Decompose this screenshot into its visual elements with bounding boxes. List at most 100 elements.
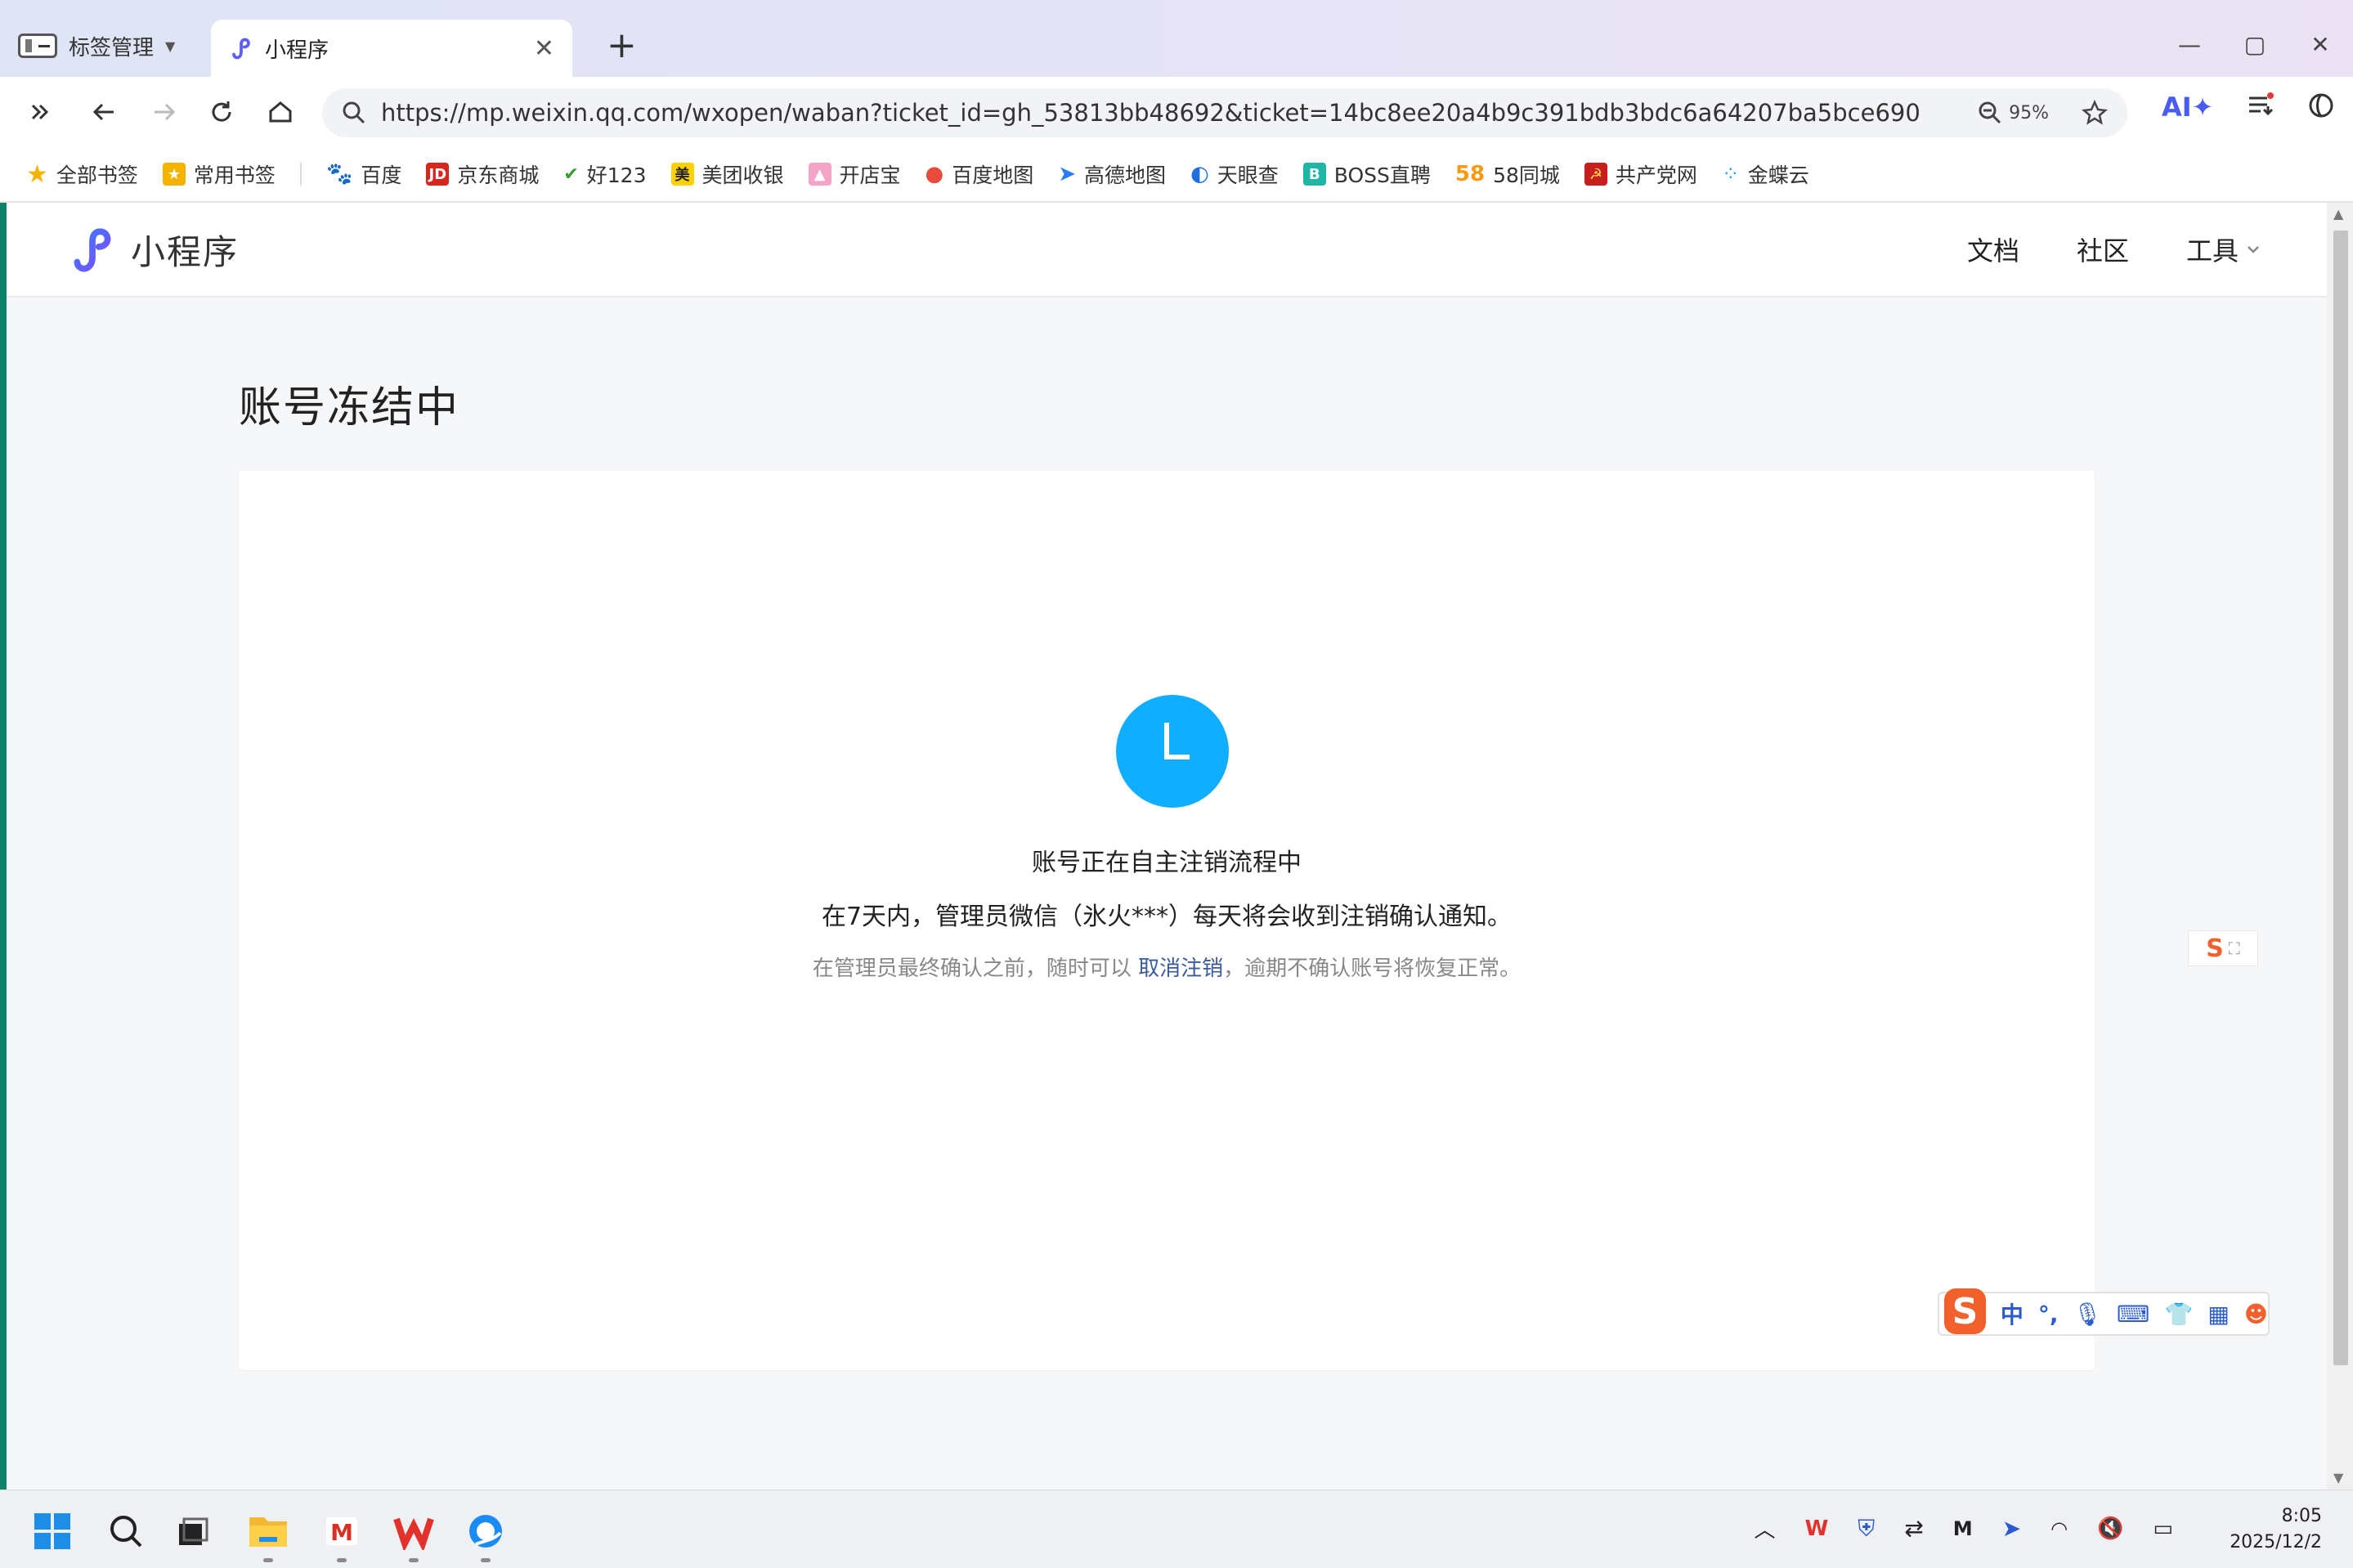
svg-text:M: M — [330, 1519, 353, 1546]
bookmark-kaidianbao[interactable]: ▲ 开店宝 — [808, 159, 901, 189]
ime-mini-toolbar[interactable]: S ⛶ — [2188, 930, 2258, 966]
running-indicator — [481, 1558, 491, 1562]
close-tab-icon[interactable]: ✕ — [534, 34, 554, 63]
battery-icon[interactable]: ▭ — [2153, 1516, 2173, 1541]
wps-tray-icon[interactable]: W — [1805, 1516, 1829, 1541]
bookmark-label: BOSS直聘 — [1333, 164, 1431, 187]
ai-label: AI✦ — [2162, 92, 2214, 123]
system-clock[interactable]: 8:05 2025/12/2 — [2230, 1503, 2322, 1556]
nav-tools[interactable]: 工具 — [2186, 231, 2261, 268]
logo-text: 小程序 — [131, 231, 240, 272]
taskbar-search-icon[interactable] — [103, 1508, 149, 1554]
scroll-up-icon[interactable]: ▲ — [2333, 206, 2343, 222]
home-icon[interactable] — [260, 92, 301, 132]
bookmark-separator — [299, 163, 302, 186]
apps-grid-icon[interactable]: ▦ — [2207, 1301, 2229, 1328]
bookmark-58[interactable]: 58 58同城 — [1455, 159, 1560, 189]
clock-icon — [1116, 695, 1229, 808]
cancel-deregistration-link[interactable]: 取消注销 — [1138, 956, 1223, 981]
bookmark-hao123[interactable]: ✔ 好123 — [563, 159, 646, 189]
page-scrollbar[interactable]: ▲ ▼ — [2327, 203, 2353, 1490]
running-indicator — [263, 1558, 273, 1562]
screen: 标签管理 ▼ 小程序 ✕ + — ▢ ✕ https://mp.weixin.q… — [0, 0, 2353, 1568]
new-tab-button[interactable]: + — [607, 23, 637, 69]
miniprogram-logo-icon — [232, 38, 250, 60]
scroll-down-icon[interactable]: ▼ — [2333, 1470, 2343, 1485]
minimize-icon[interactable]: — — [2157, 25, 2222, 65]
page-title: 账号冻结中 — [239, 383, 460, 432]
start-button[interactable] — [29, 1508, 75, 1554]
app-tray-icon[interactable]: M — [1953, 1517, 1973, 1540]
reading-list-icon[interactable] — [2245, 92, 2275, 121]
ime-punctuation-toggle[interactable]: °, — [2038, 1301, 2059, 1328]
tab-manager-label: 标签管理 — [69, 35, 155, 60]
settings-sliders-icon[interactable]: ⇄ — [1904, 1515, 1923, 1542]
bookmark-kingdee[interactable]: ⁘ 金蝶云 — [1722, 159, 1809, 189]
ai-assistant-button[interactable]: AI✦ — [2162, 92, 2213, 123]
status-card: 账号正在自主注销流程中 在7天内，管理员微信（氷火***）每天将会收到注销确认通… — [239, 471, 2095, 1370]
skin-icon[interactable]: 👕 — [2164, 1301, 2193, 1328]
gmail-app-icon[interactable]: M — [319, 1508, 365, 1562]
wps-app-icon[interactable] — [391, 1508, 437, 1562]
amap-icon: ➤ — [1058, 162, 1077, 186]
status-detail: 在7天内，管理员微信（氷火***）每天将会收到注销确认通知。 — [821, 903, 1513, 931]
address-bar[interactable]: https://mp.weixin.qq.com/wxopen/waban?ti… — [322, 88, 2127, 137]
tab-manager-button[interactable]: 标签管理 ▼ — [18, 23, 175, 69]
microphone-icon[interactable]: 🎙 — [2073, 1301, 2102, 1328]
hao123-icon: ✔ — [563, 164, 579, 185]
maximize-icon[interactable]: ▢ — [2222, 25, 2288, 65]
bookmark-label: 58同城 — [1493, 164, 1560, 187]
nav-community[interactable]: 社区 — [2077, 231, 2129, 268]
forward-icon[interactable] — [144, 92, 185, 132]
send-icon[interactable]: ➤ — [2002, 1515, 2021, 1542]
bookmark-amap[interactable]: ➤ 高德地图 — [1058, 159, 1166, 189]
baidu-icon: 🐾 — [325, 162, 353, 186]
tab-miniprogram[interactable]: 小程序 ✕ — [211, 20, 572, 77]
bookmark-common[interactable]: ★ 常用书签 — [162, 159, 276, 189]
bookmark-all[interactable]: ★ 全部书签 — [26, 159, 138, 189]
bookmark-baidu-map[interactable]: ● 百度地图 — [926, 159, 1034, 189]
keyboard-icon[interactable]: ⌨ — [2117, 1301, 2149, 1328]
miniprogram-logo-icon — [74, 228, 111, 272]
bookmark-baidu[interactable]: 🐾 百度 — [326, 159, 401, 189]
tray-overflow-icon[interactable]: ︿ — [1755, 1513, 1776, 1543]
nav-docs[interactable]: 文档 — [1967, 231, 2019, 268]
tab-title: 小程序 — [265, 38, 329, 63]
bookmark-label: 好123 — [586, 164, 647, 187]
browser-app-icon[interactable] — [463, 1508, 509, 1562]
site-logo[interactable]: 小程序 — [67, 224, 239, 275]
browser-menu-icon[interactable] — [2307, 92, 2335, 119]
bookmark-jd[interactable]: JD 京东商城 — [426, 159, 539, 189]
zoom-indicator[interactable]: 95% — [1978, 101, 2049, 125]
bookmark-boss[interactable]: B BOSS直聘 — [1302, 159, 1431, 189]
volume-muted-icon[interactable]: 🔇 — [2097, 1516, 2123, 1541]
ime-language-toggle[interactable]: 中 — [2001, 1297, 2024, 1330]
mascot-icon[interactable]: ☻ — [2244, 1301, 2268, 1328]
back-icon[interactable] — [83, 92, 124, 132]
browser-toolbar: https://mp.weixin.qq.com/wxopen/waban?ti… — [0, 77, 2353, 147]
status-note: 在管理员最终确认之前，随时可以 取消注销，逾期不确认账号将恢复正常。 — [239, 952, 2095, 982]
bookmark-tianyancha[interactable]: ◐ 天眼查 — [1190, 159, 1279, 189]
bookmark-label: 高德地图 — [1084, 164, 1167, 187]
reload-icon[interactable] — [201, 92, 242, 132]
party-icon: ☭ — [1584, 163, 1607, 186]
favorite-star-icon[interactable] — [2082, 100, 2108, 126]
scrollbar-thumb[interactable] — [2333, 231, 2348, 1365]
sogou-logo-icon[interactable]: S — [1944, 1288, 1986, 1334]
bookmark-meituan[interactable]: 美 美团收银 — [670, 159, 784, 189]
url-text[interactable]: https://mp.weixin.qq.com/wxopen/waban?ti… — [381, 99, 1920, 127]
file-explorer-icon[interactable] — [245, 1508, 291, 1562]
task-view-icon[interactable] — [170, 1508, 216, 1554]
wifi-icon[interactable]: ◠ — [2050, 1517, 2068, 1540]
meituan-icon: 美 — [670, 163, 694, 186]
bookmark-party[interactable]: ☭ 共产党网 — [1584, 159, 1697, 189]
close-window-icon[interactable]: ✕ — [2288, 25, 2353, 65]
star-icon: ★ — [26, 159, 48, 189]
bookmark-label: 全部书签 — [56, 164, 138, 187]
bookmark-label: 百度地图 — [952, 164, 1034, 187]
boss-icon: B — [1302, 163, 1326, 186]
status-message: 账号正在自主注销流程中 — [1032, 849, 1302, 877]
system-tray: ︿ W ⛨ ⇄ M ➤ ◠ 🔇 ▭ — [1755, 1513, 2173, 1543]
sidebar-expand-icon[interactable] — [20, 92, 61, 132]
security-shield-icon[interactable]: ⛨ — [1858, 1515, 1875, 1543]
